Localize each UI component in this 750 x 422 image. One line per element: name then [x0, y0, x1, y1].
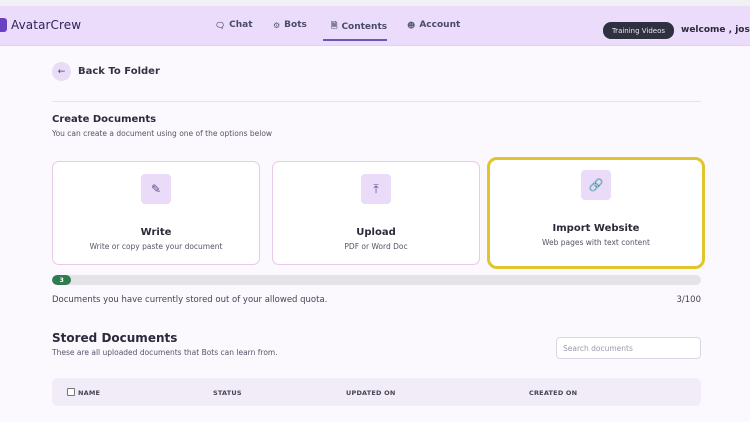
- upload-card-desc: PDF or Word Doc: [344, 242, 408, 251]
- documents-table-header: NAME STATUS UPDATED ON CREATED ON: [52, 378, 701, 406]
- import-website-card-title: Import Website: [552, 223, 640, 234]
- nav-account[interactable]: ☻ Account: [407, 20, 460, 30]
- quota-progress-bar: 3: [52, 275, 701, 285]
- nav-contents[interactable]: 🗎 Contents: [331, 20, 387, 34]
- upload-card[interactable]: ⤒ Upload PDF or Word Doc: [272, 161, 480, 265]
- column-status[interactable]: STATUS: [213, 389, 242, 397]
- nav-bots[interactable]: ⚙ Bots: [273, 20, 307, 30]
- column-created-on[interactable]: CREATED ON: [529, 389, 577, 397]
- back-to-folder-label: Back To Folder: [78, 66, 160, 77]
- nav-bots-label: Bots: [284, 20, 307, 30]
- nav-contents-label: Contents: [341, 22, 388, 32]
- document-icon: 🗎: [331, 21, 338, 30]
- quota-description: Documents you have currently stored out …: [52, 295, 328, 305]
- create-documents-title: Create Documents: [52, 114, 157, 125]
- column-name[interactable]: NAME: [78, 389, 100, 397]
- write-card-desc: Write or copy paste your document: [89, 242, 223, 251]
- upload-icon: ⤒: [361, 174, 391, 204]
- app-logo[interactable]: AvatarCrew: [0, 18, 81, 32]
- select-all-checkbox[interactable]: [67, 388, 75, 396]
- stored-documents-subtitle: These are all uploaded documents that Bo…: [52, 348, 278, 357]
- nav-account-label: Account: [419, 20, 461, 30]
- user-icon: ☻: [407, 20, 416, 30]
- nav-chat[interactable]: 🗨 Chat: [215, 20, 253, 30]
- app-name: AvatarCrew: [11, 18, 82, 32]
- quota-count: 3/100: [676, 295, 702, 305]
- bot-icon: ⚙: [273, 20, 281, 30]
- pencil-icon: ✎: [141, 174, 171, 204]
- write-card-title: Write: [140, 227, 172, 238]
- welcome-text[interactable]: welcome , josh: [681, 25, 750, 35]
- arrow-left-icon: ←: [52, 62, 71, 81]
- training-videos-button[interactable]: Training Videos: [603, 22, 674, 39]
- nav-active-indicator: [323, 39, 387, 41]
- search-documents-input[interactable]: [556, 337, 701, 359]
- import-website-card-desc: Web pages with text content: [542, 238, 650, 247]
- chat-icon: 🗨: [215, 20, 226, 30]
- nav-chat-label: Chat: [229, 20, 253, 30]
- upload-card-title: Upload: [356, 227, 396, 238]
- quota-progress-fill: 3: [52, 275, 72, 285]
- import-website-card[interactable]: 🔗 Import Website Web pages with text con…: [487, 157, 705, 269]
- back-to-folder-button[interactable]: ← Back To Folder: [52, 62, 160, 81]
- link-icon: 🔗: [581, 170, 611, 200]
- logo-icon: [0, 18, 7, 32]
- column-updated-on[interactable]: UPDATED ON: [346, 389, 395, 397]
- top-navbar: AvatarCrew 🗨 Chat ⚙ Bots 🗎 Contents ☻ Ac…: [0, 6, 750, 46]
- section-divider: [52, 101, 701, 102]
- create-documents-subtitle: You can create a document using one of t…: [52, 129, 273, 138]
- stored-documents-title: Stored Documents: [52, 331, 178, 345]
- write-card[interactable]: ✎ Write Write or copy paste your documen…: [52, 161, 260, 265]
